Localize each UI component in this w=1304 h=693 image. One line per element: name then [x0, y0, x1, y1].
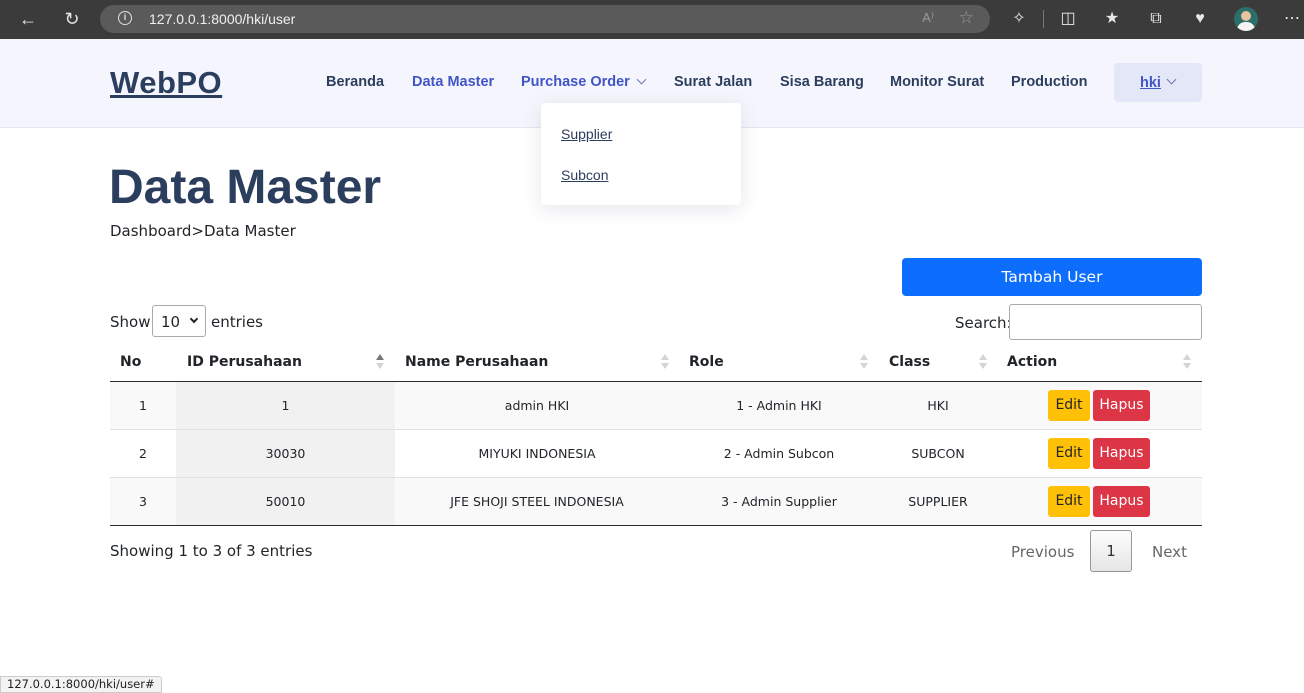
favorite-star-icon[interactable]: ☆ [959, 8, 974, 28]
user-name: hki [1140, 75, 1161, 91]
cell-name: admin HKI [504, 398, 570, 413]
cell-role: 1 - Admin HKI [736, 398, 822, 413]
user-menu-button[interactable]: hki [1114, 63, 1202, 102]
cell-role: 2 - Admin Subcon [723, 446, 835, 461]
favorites-icon[interactable]: ★ [1101, 8, 1123, 30]
chevron-down-icon [636, 74, 647, 85]
nav-data-master[interactable]: Data Master [412, 74, 494, 90]
nav-purchase-order[interactable]: Purchase Order [521, 74, 647, 90]
address-bar[interactable]: i 127.0.0.1:8000/hki/user A⁾ ☆ [100, 5, 990, 33]
read-aloud-icon[interactable]: A⁾ [922, 10, 934, 26]
chevron-down-icon [1166, 74, 1177, 85]
search-label: Search: [955, 314, 1012, 332]
show-label: Show [110, 313, 151, 331]
sort-icon[interactable] [860, 354, 868, 370]
pagination-previous[interactable]: Previous [1011, 543, 1074, 561]
col-header-role[interactable]: Role [689, 354, 724, 370]
edit-button[interactable]: Edit [1048, 390, 1090, 421]
nav-sisa-barang[interactable]: Sisa Barang [780, 74, 864, 90]
sort-icon[interactable] [1183, 354, 1191, 370]
browser-essentials-icon[interactable]: ♥ [1189, 8, 1211, 30]
collections-icon[interactable]: ⧉ [1145, 8, 1167, 30]
browser-toolbar: ← ↻ i 127.0.0.1:8000/hki/user A⁾ ☆ ✧ ◫ ★… [0, 0, 1304, 39]
reload-icon[interactable]: ↻ [60, 7, 84, 31]
cell-class: SUPPLIER [908, 494, 968, 509]
delete-button[interactable]: Hapus [1093, 390, 1150, 421]
col-header-class[interactable]: Class [889, 354, 930, 370]
page-size-value: 10 [161, 313, 181, 331]
add-user-button[interactable]: Tambah User [902, 258, 1202, 296]
nav-surat-jalan[interactable]: Surat Jalan [674, 74, 752, 90]
site-logo[interactable]: WebPO [110, 65, 222, 101]
table-header: No ID Perusahaan Name Perusahaan Role Cl… [110, 342, 1202, 382]
delete-button[interactable]: Hapus [1093, 486, 1150, 517]
chevron-down-icon [189, 314, 199, 324]
delete-button[interactable]: Hapus [1093, 438, 1150, 469]
col-header-name-perusahaan[interactable]: Name Perusahaan [405, 354, 548, 370]
col-header-id-perusahaan[interactable]: ID Perusahaan [187, 354, 302, 370]
split-screen-icon[interactable]: ◫ [1057, 8, 1079, 30]
table-info: Showing 1 to 3 of 3 entries [110, 542, 313, 560]
cell-id: 30030 [265, 446, 306, 461]
cell-class: HKI [927, 398, 949, 413]
cell-no: 1 [139, 398, 147, 413]
dropdown-item-subcon[interactable]: Subcon [561, 167, 608, 183]
table-row: 2 30030 MIYUKI INDONESIA 2 - Admin Subco… [110, 430, 1202, 478]
nav-purchase-order-label: Purchase Order [521, 74, 630, 90]
entries-label: entries [211, 313, 263, 331]
pagination-next[interactable]: Next [1152, 543, 1187, 561]
edit-button[interactable]: Edit [1048, 438, 1090, 469]
cell-role: 3 - Admin Supplier [721, 494, 837, 509]
page-size-select[interactable]: 10 [152, 305, 206, 337]
breadcrumb: Dashboard>Data Master [110, 222, 296, 240]
dropdown-item-supplier[interactable]: Supplier [561, 126, 612, 142]
nav-beranda[interactable]: Beranda [326, 74, 384, 90]
nav-monitor-surat[interactable]: Monitor Surat [890, 74, 984, 90]
search-input[interactable] [1009, 304, 1202, 340]
sort-asc-icon[interactable] [376, 354, 384, 370]
table-row: 3 50010 JFE SHOJI STEEL INDONESIA 3 - Ad… [110, 478, 1202, 525]
sort-icon[interactable] [979, 354, 987, 370]
table-bottom-border [110, 525, 1202, 526]
col-header-action[interactable]: Action [1007, 354, 1057, 370]
cell-no: 3 [139, 494, 147, 509]
cell-name: MIYUKI INDONESIA [478, 446, 596, 461]
cell-id: 50010 [265, 494, 306, 509]
table-row: 1 1 admin HKI 1 - Admin HKI HKI Edit Hap… [110, 382, 1202, 430]
address-url[interactable]: 127.0.0.1:8000/hki/user [149, 11, 295, 27]
extensions-icon[interactable]: ✧ [1008, 8, 1030, 30]
users-table: No ID Perusahaan Name Perusahaan Role Cl… [110, 342, 1202, 525]
purchase-order-dropdown: Supplier Subcon [541, 103, 741, 205]
profile-avatar[interactable] [1234, 7, 1258, 31]
status-bar-url: 127.0.0.1:8000/hki/user# [0, 676, 162, 693]
cell-name: JFE SHOJI STEEL INDONESIA [450, 494, 624, 509]
cell-no: 2 [139, 446, 147, 461]
more-menu-icon[interactable]: ⋯ [1281, 8, 1303, 30]
col-header-no[interactable]: No [120, 354, 141, 370]
cell-id: 1 [281, 398, 290, 413]
cell-class: SUBCON [911, 446, 965, 461]
page-title: Data Master [109, 161, 382, 214]
pagination-page-1[interactable]: 1 [1090, 530, 1132, 572]
info-icon[interactable]: i [118, 11, 132, 25]
edit-button[interactable]: Edit [1048, 486, 1090, 517]
back-icon[interactable]: ← [16, 7, 40, 31]
sort-icon[interactable] [661, 354, 669, 370]
nav-production[interactable]: Production [1011, 74, 1088, 90]
toolbar-divider [1043, 10, 1044, 28]
